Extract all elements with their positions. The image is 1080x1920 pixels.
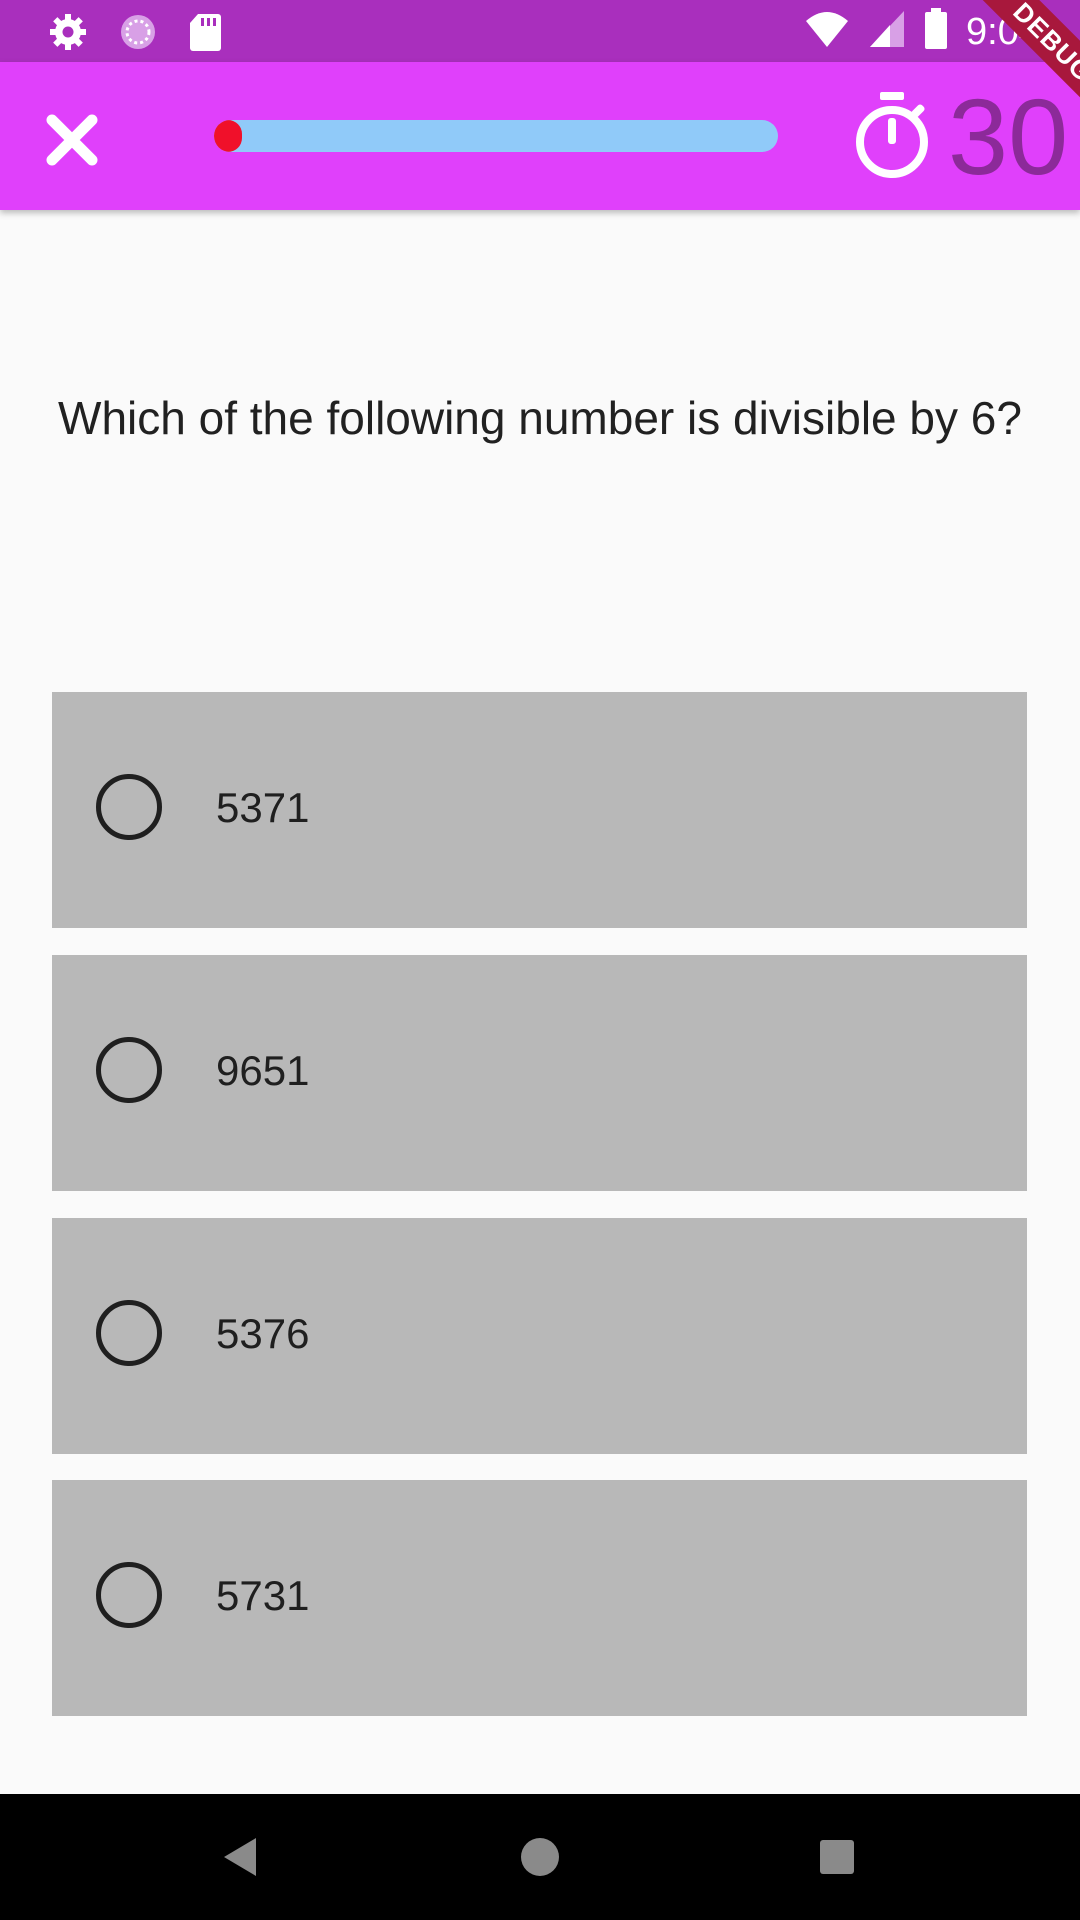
answer-option-label: 9651 [216, 1047, 310, 1094]
recents-icon [820, 1840, 854, 1874]
answer-option[interactable]: 9651 [52, 955, 1027, 1191]
answer-option-label: 5731 [216, 1572, 310, 1619]
question-text: Which of the following number is divisib… [58, 392, 1022, 444]
signal-icon [868, 9, 906, 54]
system-nav-bar [0, 1794, 1080, 1920]
quiz-progress-bar [214, 120, 778, 152]
radio-unchecked-icon[interactable] [96, 1300, 162, 1366]
close-icon [46, 114, 98, 166]
radio-unchecked-icon[interactable] [96, 774, 162, 840]
home-icon [521, 1838, 559, 1876]
answer-option[interactable]: 5376 [52, 1218, 1027, 1454]
battery-icon [924, 8, 948, 55]
timer-countdown: 30 [948, 76, 1069, 197]
status-bar: 9:04 [0, 0, 1080, 62]
answer-option[interactable]: 5731 [52, 1480, 1027, 1716]
stopwatch-icon [856, 92, 928, 178]
home-button[interactable] [517, 1834, 563, 1880]
sync-icon [118, 12, 158, 57]
recents-button[interactable] [814, 1834, 860, 1880]
answer-option[interactable]: 5371 [52, 692, 1027, 928]
answer-option-label: 5371 [216, 784, 310, 831]
radio-unchecked-icon[interactable] [96, 1562, 162, 1628]
answer-option-label: 5376 [216, 1310, 310, 1357]
quiz-app-bar: 30 [0, 62, 1080, 210]
close-button[interactable] [40, 108, 104, 172]
back-icon [224, 1838, 256, 1876]
back-button[interactable] [218, 1834, 264, 1880]
settings-icon [48, 12, 88, 57]
quiz-progress-fill [214, 120, 243, 152]
radio-unchecked-icon[interactable] [96, 1037, 162, 1103]
sd-card-icon [188, 12, 222, 57]
wifi-icon [804, 9, 850, 54]
